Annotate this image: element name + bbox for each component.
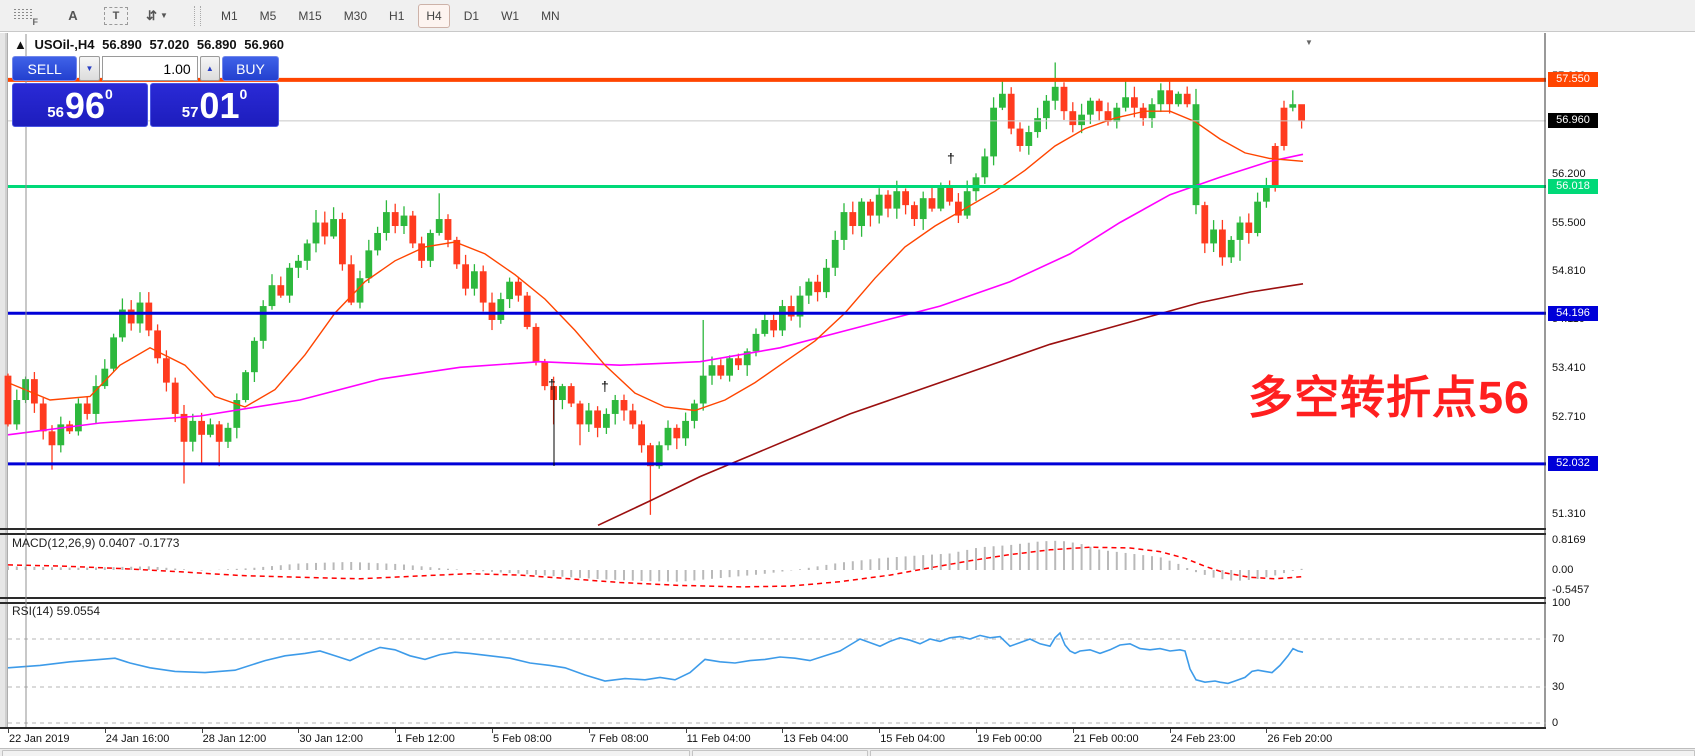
price-tick-label: 51.310 (1552, 508, 1586, 520)
rsi-tick-label: 0 (1552, 717, 1558, 729)
arrows-glyph: ⇵ (146, 8, 157, 24)
volume-input[interactable] (102, 56, 198, 81)
time-tick-label: 13 Feb 04:00 (783, 733, 848, 745)
time-tick-label: 30 Jan 12:00 (299, 733, 363, 745)
toolbar-separator (194, 6, 201, 26)
textbox-t-icon[interactable]: T (104, 7, 128, 25)
rsi-tick-label: 70 (1552, 633, 1564, 645)
time-tick-label: 11 Feb 04:00 (687, 733, 751, 745)
macd-tick-label: -0.5457 (1552, 584, 1589, 596)
time-tick-label: 22 Jan 2019 (9, 733, 70, 745)
time-tick-label: 26 Feb 20:00 (1267, 733, 1332, 745)
grid-f-letter: F (33, 17, 39, 27)
sell-price-sup: 0 (105, 86, 113, 102)
price-badge: 56.018 (1548, 179, 1598, 194)
price-axis[interactable]: 57.60056.90056.20055.50054.81054.11053.4… (1546, 33, 1695, 756)
time-tick-label: 24 Jan 16:00 (106, 733, 170, 745)
price-tick-label: 55.500 (1552, 217, 1586, 229)
timeframe-d1-button[interactable]: D1 (456, 4, 487, 28)
price-badge: 56.960 (1548, 113, 1598, 128)
expand-arrow-icon[interactable]: ▲ (14, 37, 27, 52)
timeframe-m30-button[interactable]: M30 (336, 4, 375, 28)
chart-window[interactable]: † † † ▼ ▲ USOil-,H4 56.890 57.020 56.890 56… (0, 33, 1695, 756)
timeframe-mn-button[interactable]: MN (533, 4, 568, 28)
grid-dots-icon (14, 9, 32, 20)
t-letter: T (113, 10, 120, 22)
time-tick-label: 1 Feb 12:00 (396, 733, 455, 745)
status-cell (870, 750, 1695, 756)
sell-price-small: 56 (47, 104, 64, 121)
volume-decrease-button[interactable]: ▼ (79, 56, 99, 81)
macd-tick-label: 0.8169 (1552, 534, 1586, 546)
status-cell (2, 750, 690, 756)
status-bar (0, 748, 1695, 756)
buy-price-small: 57 (182, 104, 199, 121)
price-tick-label: 54.810 (1552, 265, 1586, 277)
buy-button[interactable]: BUY (222, 56, 279, 81)
time-tick-label: 21 Feb 00:00 (1074, 733, 1139, 745)
sell-price-panel[interactable]: 56 96 0 (12, 83, 148, 127)
svg-text:▼: ▼ (1305, 38, 1313, 47)
timeframe-m15-button[interactable]: M15 (290, 4, 329, 28)
ohlc-open: 56.890 (102, 37, 142, 52)
svg-text:†: † (947, 150, 955, 166)
chart-title: ▲ USOil-,H4 56.890 57.020 56.890 56.960 (14, 37, 288, 52)
chinese-annotation-text: 多空转折点56 (1248, 361, 1530, 426)
sell-button[interactable]: SELL (12, 56, 77, 81)
rsi-tick-label: 30 (1552, 681, 1564, 693)
time-axis[interactable]: 22 Jan 2019 24 Jan 16:00 28 Jan 12:00 30 Ja… (0, 729, 1546, 750)
toolbar: F A T ⇵ ▼ M1M5M15 M30H1H4 D1W1MN (0, 0, 1695, 32)
buy-price-panel[interactable]: 57 01 0 (150, 83, 279, 127)
time-tick-label: 24 Feb 23:00 (1171, 733, 1236, 745)
price-tick-label: 52.710 (1552, 411, 1586, 423)
macd-tick-label: 0.00 (1552, 564, 1573, 576)
time-tick-label: 5 Feb 08:00 (493, 733, 552, 745)
time-tick-label: 19 Feb 00:00 (977, 733, 1042, 745)
mt4-terminal: F A T ⇵ ▼ M1M5M15 M30H1H4 D1W1MN † † † ▼ ▲ US… (0, 0, 1695, 756)
status-cell (692, 750, 868, 756)
ohlc-close: 56.960 (244, 37, 284, 52)
a-letter: A (68, 8, 77, 23)
svg-text:†: † (601, 378, 609, 394)
rsi-tick-label: 100 (1552, 597, 1570, 609)
time-tick-label: 15 Feb 04:00 (880, 733, 945, 745)
price-badge: 52.032 (1548, 456, 1598, 471)
ohlc-high: 57.020 (149, 37, 189, 52)
buy-price-big: 01 (199, 89, 239, 123)
timeframe-w1-button[interactable]: W1 (493, 4, 527, 28)
one-click-trading-panel: SELL ▼ ▲ BUY 56 96 0 57 01 0 (12, 56, 279, 127)
label-a-icon[interactable]: A (62, 6, 84, 26)
sell-price-big: 96 (65, 89, 105, 123)
timeframe-buttons: M1M5M15 M30H1H4 D1W1MN (207, 4, 568, 28)
buy-price-sup: 0 (239, 86, 247, 102)
timeframe-m5-button[interactable]: M5 (252, 4, 285, 28)
price-badge: 57.550 (1548, 72, 1598, 87)
ohlc-low: 56.890 (197, 37, 237, 52)
arrows-objects-icon[interactable]: ⇵ ▼ (146, 6, 168, 26)
time-tick-label: 28 Jan 12:00 (203, 733, 267, 745)
indicator-grid-f-icon[interactable]: F (14, 8, 36, 24)
rsi-indicator-label: RSI(14) 59.0554 (12, 604, 100, 618)
timeframe-h1-button[interactable]: H1 (381, 4, 412, 28)
dropdown-caret-icon[interactable]: ▼ (160, 11, 168, 20)
volume-increase-button[interactable]: ▲ (200, 56, 220, 81)
svg-text:†: † (548, 376, 556, 392)
timeframe-h4-button[interactable]: H4 (418, 4, 449, 28)
price-badge: 54.196 (1548, 306, 1598, 321)
price-tick-label: 53.410 (1552, 362, 1586, 374)
symbol-period: USOil-,H4 (35, 37, 95, 52)
timeframe-m1-button[interactable]: M1 (213, 4, 246, 28)
macd-indicator-label: MACD(12,26,9) 0.0407 -0.1773 (12, 536, 179, 550)
time-tick-label: 7 Feb 08:00 (590, 733, 649, 745)
